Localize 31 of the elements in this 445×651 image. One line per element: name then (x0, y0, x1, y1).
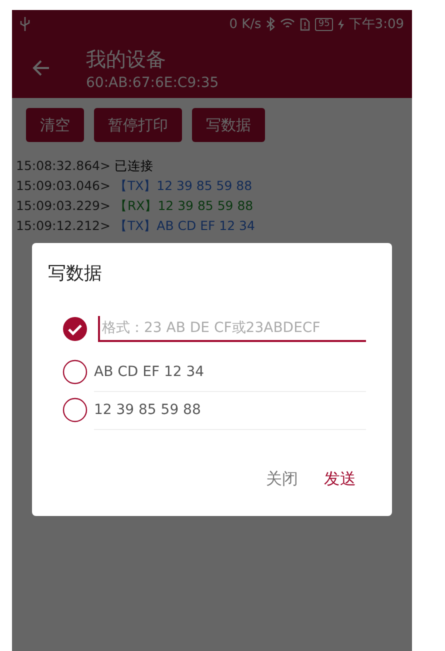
toolbar-button[interactable]: 写数据 (192, 108, 265, 142)
log-message: 已连接 (114, 158, 154, 175)
network-speed: 0 K/s (229, 16, 262, 32)
checked-radio-icon[interactable] (62, 316, 88, 342)
battery-level: 95 (315, 18, 333, 30)
option-label[interactable]: AB CD EF 12 34 (94, 364, 204, 380)
log-message: 【TX】AB CD EF 12 34 (114, 218, 255, 235)
bluetooth-icon (266, 17, 276, 31)
usb-icon (20, 17, 30, 31)
wifi-icon (280, 18, 296, 30)
radio-icon[interactable] (62, 397, 88, 423)
toolbar-button[interactable]: 清空 (26, 108, 84, 142)
screen-title: 我的设备 (86, 46, 167, 72)
log-time: 15:09:03.046> (16, 178, 110, 195)
dialog-button[interactable]: 关闭 (260, 465, 304, 494)
radio-icon[interactable] (62, 359, 88, 385)
log-message: 【TX】12 39 85 59 88 (114, 178, 252, 195)
log-time: 15:08:32.864> (16, 158, 110, 175)
charging-icon (338, 18, 344, 30)
log-message: 【RX】12 39 85 59 88 (114, 198, 254, 215)
option-label[interactable]: 12 39 85 59 88 (94, 402, 201, 418)
sim-icon (300, 18, 310, 30)
input-field[interactable]: 格式：23 AB DE CF或23ABDECF (98, 316, 366, 342)
dialog-title: 写数据 (48, 262, 103, 285)
toolbar-button[interactable]: 暂停打印 (94, 108, 182, 142)
back-arrow-icon[interactable] (32, 59, 50, 77)
device-address: 60:AB:67:6E:C9:35 (86, 74, 219, 90)
dialog-button[interactable]: 发送 (318, 465, 362, 494)
clock: 下午3:09 (348, 16, 404, 33)
log-time: 15:09:03.229> (16, 198, 110, 215)
log-time: 15:09:12.212> (16, 218, 110, 235)
